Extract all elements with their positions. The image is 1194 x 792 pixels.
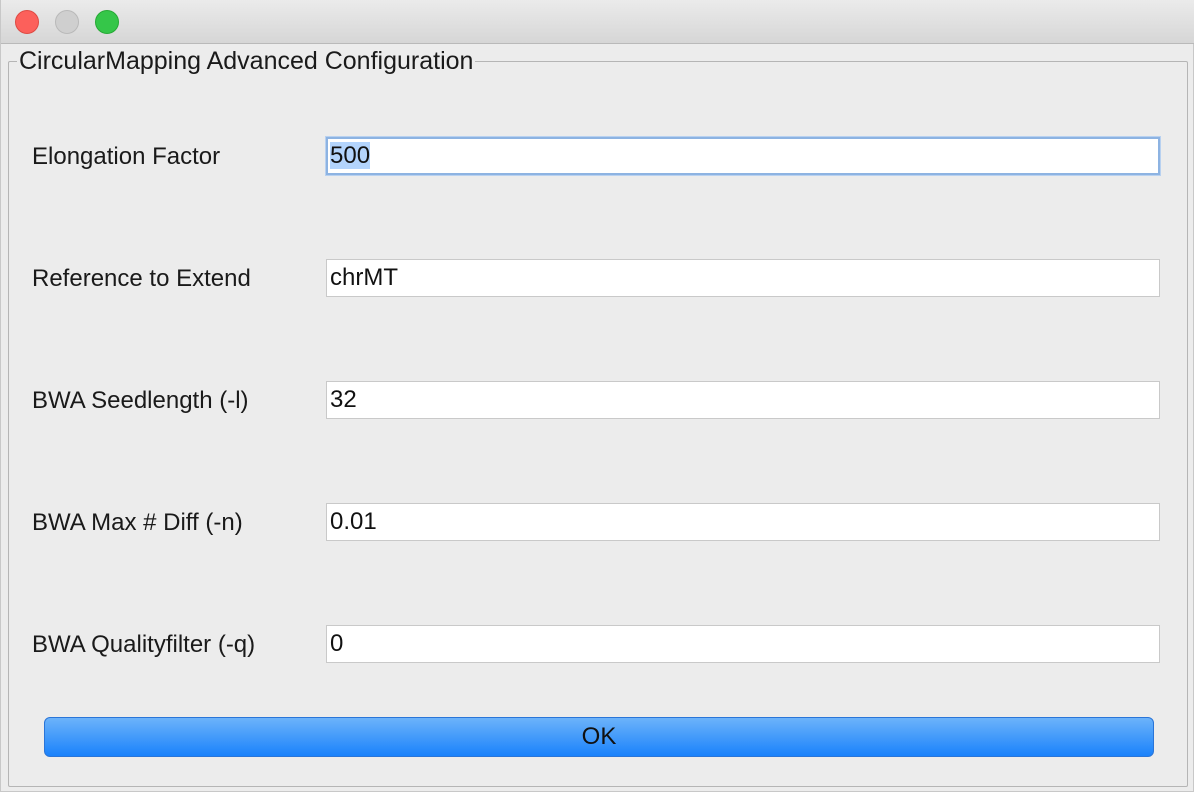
bwa-seedlength-input[interactable]: 32 xyxy=(326,381,1160,419)
title-bar xyxy=(1,0,1194,44)
ok-button[interactable]: OK xyxy=(44,717,1154,757)
group-title: CircularMapping Advanced Configuration xyxy=(17,46,476,76)
minimize-window-button[interactable] xyxy=(55,10,79,34)
elongation-factor-label: Elongation Factor xyxy=(32,143,221,170)
reference-to-extend-input[interactable]: chrMT xyxy=(326,259,1160,297)
close-window-button[interactable] xyxy=(15,10,39,34)
bwa-max-diff-label: BWA Max # Diff (-n) xyxy=(32,509,243,536)
elongation-factor-input[interactable]: 500 xyxy=(326,137,1160,175)
bwa-qualityfilter-input[interactable]: 0 xyxy=(326,625,1160,663)
bwa-max-diff-input[interactable]: 0.01 xyxy=(326,503,1160,541)
elongation-factor-value: 500 xyxy=(330,142,371,169)
maximize-window-button[interactable] xyxy=(95,10,119,34)
reference-to-extend-label: Reference to Extend xyxy=(32,265,251,292)
dialog-window: CircularMapping Advanced Configuration E… xyxy=(0,0,1194,792)
bwa-seedlength-label: BWA Seedlength (-l) xyxy=(32,387,249,414)
bwa-qualityfilter-label: BWA Qualityfilter (-q) xyxy=(32,631,256,658)
